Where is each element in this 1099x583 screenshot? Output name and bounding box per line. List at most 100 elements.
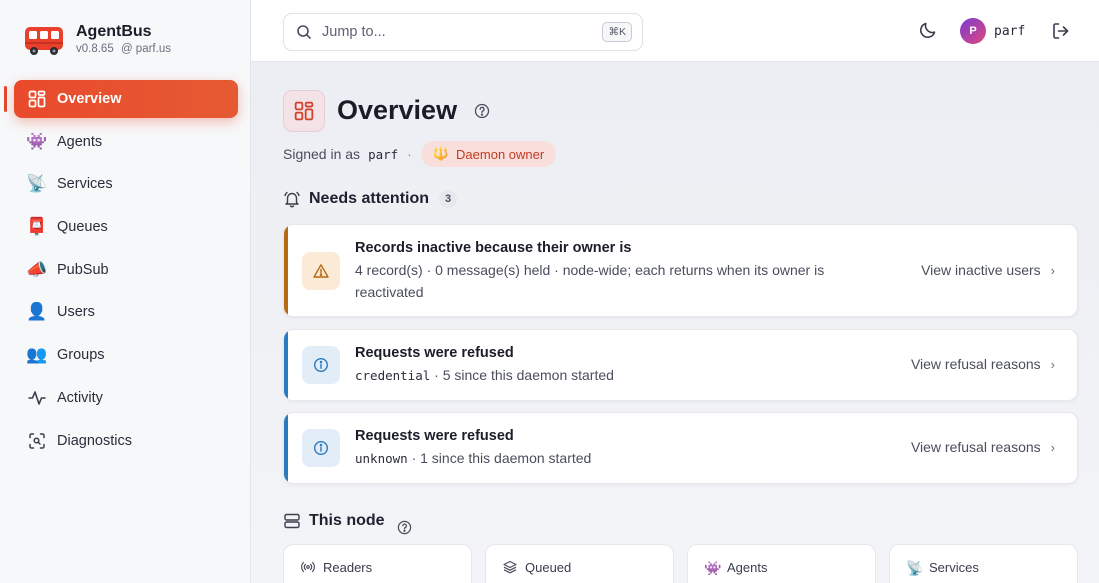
section-title: This node [309, 512, 385, 529]
sidebar-item-label: Overview [57, 91, 122, 107]
attention-card-refused-unknown[interactable]: Requests were refused unknown · 1 since … [283, 412, 1078, 484]
topbar: ⌘K P parf [251, 0, 1099, 62]
bus-logo-icon [25, 27, 63, 55]
signed-in-info: Signed in as parf · 🔱 Daemon owner [283, 141, 557, 167]
chevron-right-icon: › [1050, 262, 1055, 278]
stat-label: Agents [727, 560, 768, 575]
signed-in-user: parf [368, 146, 399, 162]
user-icon: 👤 [26, 302, 48, 322]
logout-icon[interactable] [1051, 21, 1071, 41]
postbox-icon: 📮 [26, 217, 48, 237]
stat-label: Services [929, 560, 979, 575]
card-description: unknown · 1 since this daemon started [355, 447, 591, 470]
separator: · [407, 146, 412, 162]
search-input[interactable] [322, 24, 582, 40]
action-label: View refusal reasons [910, 356, 1041, 372]
username: parf [994, 23, 1026, 39]
sidebar-item-label: Groups [57, 347, 105, 364]
stat-card-services[interactable]: 📡 Services [889, 544, 1078, 583]
card-description: credential · 5 since this daemon started [355, 364, 614, 387]
alien-monster-icon: 👾 [26, 131, 48, 151]
sidebar-item-label: PubSub [57, 261, 109, 278]
sidebar-item-agents[interactable]: 👾 Agents [14, 123, 238, 161]
stat-label: Queued [525, 560, 572, 575]
stat-card-queued[interactable]: Queued [485, 544, 674, 583]
users-group-icon: 👥 [26, 345, 48, 365]
role-badge: 🔱 Daemon owner [420, 141, 557, 167]
trident-icon: 🔱 [432, 146, 450, 161]
info-icon [302, 346, 340, 384]
stat-label: Readers [323, 560, 373, 575]
app-version: v0.8.65 [76, 43, 114, 55]
search-icon [297, 25, 311, 39]
stat-card-agents[interactable]: 👾 Agents [687, 544, 876, 583]
view-refusal-reasons-link[interactable]: View refusal reasons › [911, 356, 1055, 372]
action-label: View inactive users [921, 262, 1041, 278]
brand[interactable]: AgentBus v0.8.65 @ parf.us [24, 22, 171, 57]
attention-count-badge: 3 [439, 190, 458, 208]
overview-page-icon [283, 90, 325, 132]
user-menu[interactable]: P parf [960, 18, 1025, 44]
help-icon[interactable] [397, 520, 412, 535]
sidebar-item-groups[interactable]: 👥 Groups [14, 336, 238, 374]
bell-icon [284, 191, 300, 208]
refusal-code: credential [355, 368, 431, 383]
server-icon [284, 513, 300, 529]
sidebar-item-services[interactable]: 📡 Services [14, 165, 238, 203]
keyboard-shortcut: ⌘K [602, 22, 632, 42]
app-host: @ parf.us [120, 43, 171, 55]
scan-icon [26, 430, 48, 452]
sidebar-item-overview[interactable]: Overview [14, 80, 238, 118]
severity-stripe [284, 413, 288, 483]
sidebar-item-label: Queues [57, 219, 108, 236]
attention-card-refused-credential[interactable]: Requests were refused credential · 5 sin… [283, 329, 1078, 401]
help-icon[interactable] [474, 103, 490, 119]
active-indicator [4, 86, 7, 112]
signed-in-label: Signed in as [283, 146, 361, 162]
sidebar-item-label: Services [57, 176, 113, 193]
app-name: AgentBus [76, 23, 152, 40]
main-content: Overview Signed in as parf · 🔱 Daemon ow… [251, 62, 1099, 583]
sidebar-item-label: Diagnostics [57, 432, 132, 449]
card-desc-text: · 1 since this daemon started [407, 450, 592, 466]
megaphone-icon: 📣 [26, 259, 48, 279]
sidebar-item-pubsub[interactable]: 📣 PubSub [14, 251, 238, 289]
info-icon [302, 429, 340, 467]
sidebar-item-users[interactable]: 👤 Users [14, 293, 238, 331]
card-title: Requests were refused [355, 345, 514, 361]
satellite-dish-icon: 📡 [26, 174, 48, 194]
moon-icon[interactable] [918, 20, 938, 40]
grid-icon [26, 88, 48, 110]
card-title: Requests were refused [355, 428, 514, 444]
section-title: Needs attention [309, 190, 430, 207]
alien-monster-icon: 👾 [704, 560, 722, 576]
view-inactive-users-link[interactable]: View inactive users › [921, 262, 1055, 278]
attention-card-inactive-records[interactable]: Records inactive because their owner is … [283, 224, 1078, 317]
action-label: View refusal reasons [910, 439, 1041, 455]
sidebar-item-label: Agents [57, 133, 103, 150]
this-node-heading: This node [283, 512, 385, 530]
stat-card-readers[interactable]: Readers [283, 544, 472, 583]
sidebar-item-label: Users [57, 304, 95, 321]
layers-icon [502, 560, 518, 576]
satellite-dish-icon: 📡 [906, 560, 924, 576]
role-label: Daemon owner [456, 146, 545, 162]
severity-stripe [284, 225, 288, 316]
sidebar: AgentBus v0.8.65 @ parf.us Overview 👾 Ag… [0, 0, 251, 583]
card-desc-line: 4 record(s) · 0 message(s) held · node-w… [355, 262, 825, 278]
needs-attention-heading: Needs attention 3 [283, 190, 458, 208]
view-refusal-reasons-link[interactable]: View refusal reasons › [911, 439, 1055, 455]
search-box[interactable]: ⌘K [283, 13, 643, 51]
activity-icon [26, 387, 48, 409]
sidebar-item-queues[interactable]: 📮 Queues [14, 208, 238, 246]
severity-stripe [284, 330, 288, 400]
card-desc-text: · 5 since this daemon started [430, 367, 614, 383]
card-desc-line: reactivated [355, 284, 424, 300]
page-title: Overview [337, 95, 458, 125]
sidebar-item-activity[interactable]: Activity [14, 379, 238, 417]
sidebar-item-diagnostics[interactable]: Diagnostics [14, 422, 238, 460]
radio-icon [300, 560, 316, 576]
refusal-code: unknown [355, 451, 408, 466]
card-title: Records inactive because their owner is [355, 240, 632, 256]
warning-icon [302, 252, 340, 290]
